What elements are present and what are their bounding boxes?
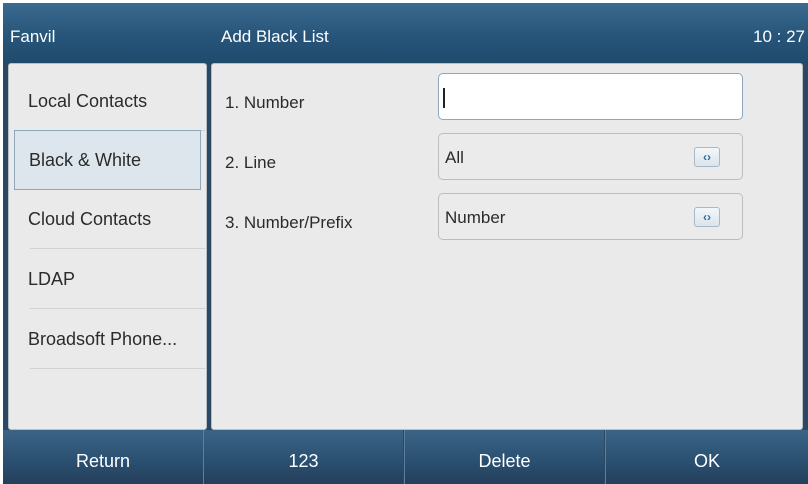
left-right-arrows-icon[interactable]: ‹› <box>694 147 720 167</box>
sidebar-item-black-white[interactable]: Black & White <box>14 130 201 190</box>
page-title: Add Black List <box>221 27 329 46</box>
number-input[interactable] <box>438 73 743 120</box>
sidebar-item-label: Broadsoft Phone... <box>28 329 178 349</box>
brand-label: Fanvil <box>10 27 56 46</box>
ok-button[interactable]: OK <box>605 430 808 484</box>
sidebar-item-label: Local Contacts <box>28 91 148 111</box>
sidebar-item-local-contacts[interactable]: Local Contacts <box>9 71 206 131</box>
sidebar-item-label: Black & White <box>29 150 142 170</box>
softkey-bar: Return 123 Delete OK <box>3 430 808 484</box>
number-prefix-selector[interactable]: Number ‹› <box>438 193 743 240</box>
sidebar-item-broadsoft-phonebook[interactable]: Broadsoft Phone... <box>9 309 206 369</box>
status-bar: Fanvil Add Black List 10 : 27 <box>3 3 808 63</box>
sidebar-item-label: Cloud Contacts <box>28 209 152 229</box>
sidebar-item-label: LDAP <box>28 269 76 289</box>
number-label: 1. Number <box>225 93 305 112</box>
delete-button[interactable]: Delete <box>404 430 604 484</box>
line-selector[interactable]: All ‹› <box>438 133 743 180</box>
line-label: 2. Line <box>225 153 277 172</box>
number-prefix-label: 3. Number/Prefix <box>225 213 353 232</box>
input-mode-button[interactable]: 123 <box>203 430 403 484</box>
line-selector-value: All <box>445 148 464 167</box>
return-button[interactable]: Return <box>3 430 203 484</box>
number-prefix-selector-value: Number <box>445 208 506 227</box>
clock: 10 : 27 <box>753 27 805 46</box>
add-black-list-form: 1. Number 2. Line All ‹› 3. Number/Prefi… <box>211 63 803 430</box>
sidebar-item-ldap[interactable]: LDAP <box>9 249 206 309</box>
text-caret <box>443 88 445 108</box>
divider <box>30 368 205 369</box>
contacts-sidebar: Local Contacts Black & White Cloud Conta… <box>8 63 207 430</box>
left-right-arrows-icon[interactable]: ‹› <box>694 207 720 227</box>
phone-screen: Fanvil Add Black List 10 : 27 Local Cont… <box>3 3 808 484</box>
sidebar-item-cloud-contacts[interactable]: Cloud Contacts <box>9 189 206 249</box>
